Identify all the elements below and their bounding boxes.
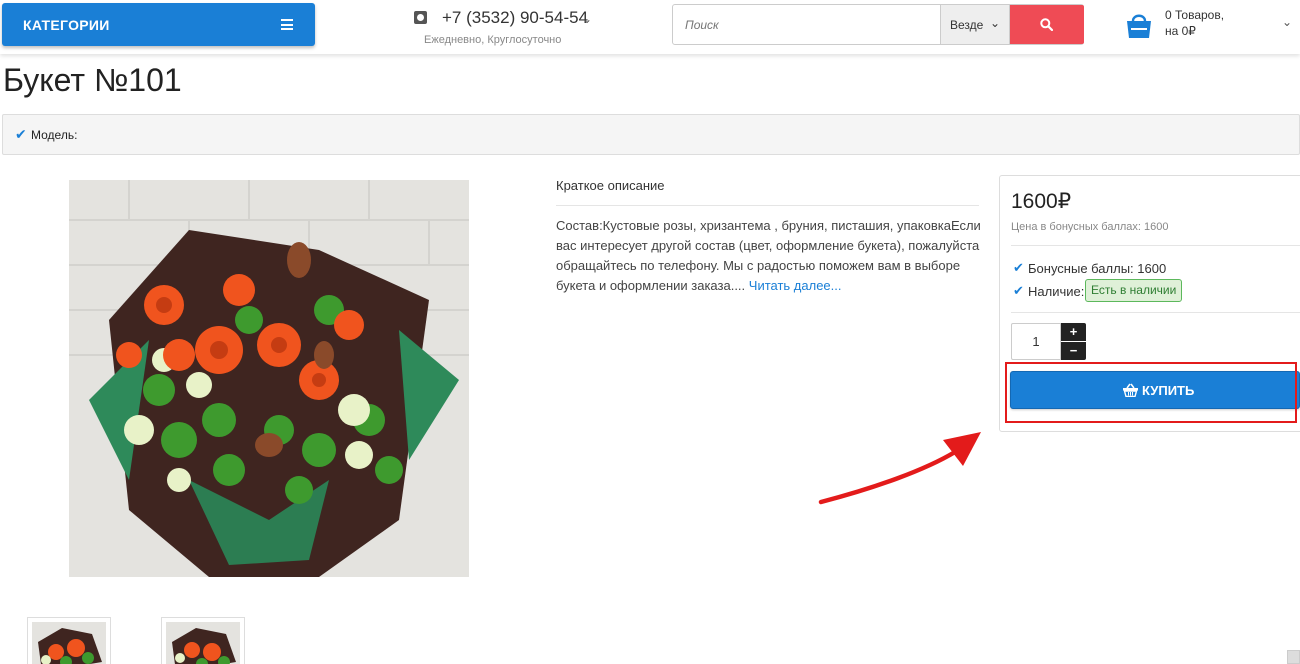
bonus-points: Бонусные баллы: 1600 [1028, 261, 1167, 276]
read-more-link[interactable]: Читать далее... [749, 278, 842, 293]
search-scope-select[interactable]: Везде ⌄ [940, 5, 1010, 44]
chevron-down-icon[interactable]: ⌄ [582, 12, 592, 26]
buy-panel: 1600₽ Цена в бонусных баллах: 1600 ✔ Бон… [999, 175, 1300, 432]
phone-hours: Ежедневно, Круглосуточно [424, 34, 562, 46]
top-header: КАТЕГОРИИ +7 (3532) 90-54-54 ⌄ Ежедневно… [0, 0, 1300, 54]
divider [556, 205, 979, 206]
buy-button[interactable]: КУПИТЬ [1010, 371, 1300, 409]
phone-number[interactable]: +7 (3532) 90-54-54 [442, 8, 588, 28]
thumbnail-image [32, 622, 106, 664]
search-icon [1040, 18, 1053, 31]
chevron-down-icon: ⌄ [990, 16, 1001, 30]
bonus-price: Цена в бонусных баллах: 1600 [1011, 221, 1169, 233]
model-label: Модель: [31, 128, 78, 142]
quantity-input[interactable] [1011, 323, 1061, 360]
quantity-increase-button[interactable]: + [1061, 323, 1086, 341]
check-icon: ✔ [1013, 260, 1024, 275]
phone-icon [414, 11, 427, 24]
product-image[interactable] [69, 180, 469, 577]
annotation-arrow-icon [818, 432, 981, 505]
price: 1600₽ [1011, 190, 1072, 213]
product-thumbnail[interactable] [27, 617, 111, 664]
product-thumbnail[interactable] [161, 617, 245, 664]
categories-label: КАТЕГОРИИ [23, 17, 110, 33]
chevron-down-icon[interactable]: ⌄ [1282, 15, 1292, 29]
divider [1011, 245, 1300, 246]
availability-badge: Есть в наличии [1085, 279, 1183, 302]
quantity-decrease-button[interactable]: − [1061, 342, 1086, 360]
search-button[interactable] [1010, 5, 1084, 44]
model-bar: ✔ Модель: [2, 114, 1300, 155]
page-title: Букет №101 [3, 62, 182, 98]
phone-block[interactable]: +7 (3532) 90-54-54 ⌄ Ежедневно, Круглосу… [414, 8, 604, 48]
cart-total: на 0₽ [1165, 24, 1196, 38]
check-icon: ✔ [1013, 283, 1024, 298]
thumbnail-image [166, 622, 240, 664]
search-scope-label: Везде [950, 18, 984, 32]
categories-button[interactable]: КАТЕГОРИИ [2, 3, 315, 46]
check-icon: ✔ [15, 126, 27, 142]
cart-item-count: 0 Товаров, [1165, 8, 1225, 22]
search-bar: Везде ⌄ [672, 4, 1084, 45]
buy-label: КУПИТЬ [1142, 383, 1195, 398]
scrollbar[interactable] [1287, 650, 1300, 664]
description-heading: Краткое описание [556, 178, 665, 193]
shopping-bag-icon [1127, 14, 1151, 38]
description-text: Состав:Кустовые розы, хризантема , бруни… [556, 216, 984, 296]
hamburger-icon [281, 19, 293, 30]
divider [1011, 312, 1300, 313]
search-input[interactable] [673, 5, 940, 44]
bouquet-image [69, 180, 469, 577]
cart-widget[interactable]: 0 Товаров, на 0₽ ⌄ [1124, 7, 1300, 43]
availability-label: Наличие: [1028, 284, 1085, 299]
basket-icon [1123, 383, 1138, 397]
